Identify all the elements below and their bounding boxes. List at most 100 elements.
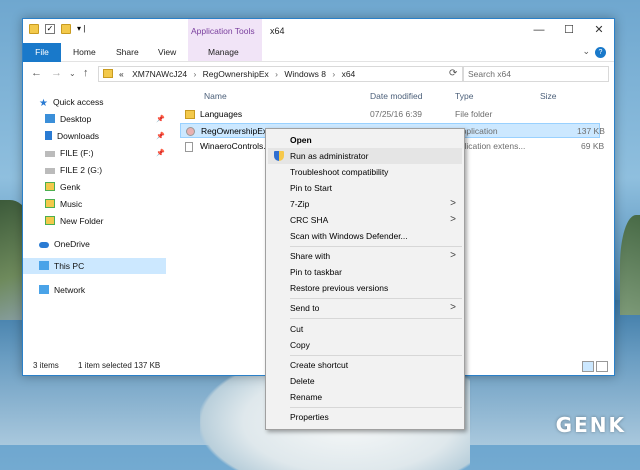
file-type: pplication extens... bbox=[455, 141, 526, 151]
large-icons-view-icon[interactable] bbox=[596, 361, 608, 372]
nav-item-network[interactable]: Network bbox=[39, 282, 85, 298]
menu-label: Open bbox=[290, 135, 312, 145]
close-button[interactable]: ✕ bbox=[584, 19, 614, 43]
menu-label: Properties bbox=[290, 412, 329, 422]
address-bar[interactable]: « XM7NAWcJ24 › RegOwnershipEx › Windows … bbox=[98, 66, 463, 82]
file-name: RegOwnershipEx.e bbox=[201, 126, 275, 136]
nav-label: Genk bbox=[60, 182, 81, 192]
menu-item-cut[interactable]: Cut bbox=[268, 321, 462, 337]
tab-home[interactable]: Home bbox=[73, 43, 96, 62]
menu-item-crc-sha[interactable]: CRC SHA > bbox=[268, 212, 462, 228]
menu-label: Delete bbox=[290, 376, 315, 386]
menu-item-share-with[interactable]: Share with > bbox=[268, 248, 462, 264]
menu-item-rename[interactable]: Rename bbox=[268, 389, 462, 405]
nav-item-onedrive[interactable]: OneDrive bbox=[39, 236, 90, 252]
breadcrumb-separator-icon: › bbox=[193, 69, 197, 79]
desktop-icon bbox=[45, 114, 55, 123]
customize-qat-icon[interactable]: ▾ | bbox=[77, 24, 85, 34]
nav-item-desktop[interactable]: Desktop bbox=[45, 111, 91, 127]
shield-icon bbox=[274, 151, 284, 161]
menu-item-delete[interactable]: Delete bbox=[268, 373, 462, 389]
submenu-arrow-icon: > bbox=[450, 250, 456, 261]
nav-label: Quick access bbox=[52, 97, 104, 107]
navigation-pane: ★ Quick access Desktop 📌 Downloads 📌 FILE… bbox=[23, 86, 166, 358]
nav-item-this-pc[interactable]: This PC bbox=[23, 258, 166, 274]
folder-icon bbox=[45, 216, 55, 225]
nav-item-file-f[interactable]: FILE (F:) bbox=[45, 145, 94, 161]
breadcrumb-xm7[interactable]: XM7NAWcJ24 bbox=[132, 69, 187, 79]
menu-item-properties[interactable]: Properties bbox=[268, 409, 462, 425]
menu-label: Rename bbox=[290, 392, 323, 402]
tab-view[interactable]: View bbox=[158, 43, 176, 62]
maximize-button[interactable]: ☐ bbox=[554, 19, 584, 43]
properties-icon[interactable]: ✓ bbox=[45, 24, 55, 34]
help-icon[interactable]: ? bbox=[595, 47, 606, 58]
tab-file[interactable]: File bbox=[23, 43, 61, 62]
expand-ribbon-icon[interactable]: ⌄ bbox=[582, 46, 590, 57]
menu-label: Send to bbox=[290, 303, 320, 313]
folder-icon bbox=[45, 199, 55, 208]
search-input[interactable]: Search x64 bbox=[463, 66, 609, 82]
menu-item-7zip[interactable]: 7-Zip > bbox=[268, 196, 462, 212]
breadcrumb-separator-icon: › bbox=[332, 69, 336, 79]
recent-locations-icon[interactable]: ⌄ bbox=[69, 69, 76, 78]
tab-share[interactable]: Share bbox=[116, 43, 139, 62]
menu-item-send-to[interactable]: Send to > bbox=[268, 300, 462, 316]
menu-label: CRC SHA bbox=[290, 215, 329, 225]
menu-item-open[interactable]: Open bbox=[268, 132, 462, 148]
file-type: File folder bbox=[455, 109, 493, 119]
pin-icon[interactable]: 📌 bbox=[156, 132, 165, 140]
nav-item-genk[interactable]: Genk bbox=[45, 179, 80, 195]
new-folder-icon[interactable] bbox=[61, 24, 71, 34]
breadcrumb-x64[interactable]: x64 bbox=[342, 69, 356, 79]
table-row[interactable]: Languages 07/25/16 6:39 File folder bbox=[180, 107, 600, 122]
menu-item-copy[interactable]: Copy bbox=[268, 337, 462, 353]
menu-item-troubleshoot[interactable]: Troubleshoot compatibility bbox=[268, 164, 462, 180]
address-row: ← → ⌄ ↑ « XM7NAWcJ24 › RegOwnershipEx › … bbox=[23, 62, 614, 86]
pin-icon[interactable]: 📌 bbox=[156, 149, 165, 157]
minimize-button[interactable]: — bbox=[524, 19, 554, 43]
up-arrow-icon[interactable]: ↑ bbox=[83, 67, 89, 79]
menu-item-pin-taskbar[interactable]: Pin to taskbar bbox=[268, 264, 462, 280]
tab-manage[interactable]: Manage bbox=[208, 43, 239, 62]
forward-arrow-icon[interactable]: → bbox=[51, 67, 62, 79]
application-icon bbox=[186, 127, 195, 136]
refresh-icon[interactable]: ⟳ bbox=[449, 68, 457, 79]
folder-icon bbox=[103, 69, 113, 78]
menu-item-run-as-admin[interactable]: Run as administrator bbox=[268, 148, 462, 164]
view-buttons bbox=[582, 361, 608, 372]
breadcrumb-separator-icon: › bbox=[275, 69, 279, 79]
menu-item-create-shortcut[interactable]: Create shortcut bbox=[268, 357, 462, 373]
column-header-type[interactable]: Type bbox=[455, 89, 473, 103]
breadcrumb-windows8[interactable]: Windows 8 bbox=[284, 69, 326, 79]
column-header-date[interactable]: Date modified bbox=[370, 89, 422, 103]
nav-item-quick-access[interactable]: ★ Quick access bbox=[39, 94, 104, 110]
nav-label: This PC bbox=[54, 261, 85, 271]
nav-item-file-g[interactable]: FILE 2 (G:) bbox=[45, 162, 102, 178]
folder-icon bbox=[29, 24, 39, 34]
submenu-arrow-icon: > bbox=[450, 214, 456, 225]
column-header-size[interactable]: Size bbox=[540, 89, 557, 103]
breadcrumb-regownershipex[interactable]: RegOwnershipEx bbox=[203, 69, 269, 79]
file-size: 69 KB bbox=[581, 141, 605, 151]
menu-label: Troubleshoot compatibility bbox=[290, 167, 389, 177]
menu-item-restore-versions[interactable]: Restore previous versions bbox=[268, 280, 462, 296]
item-count: 3 items bbox=[33, 361, 59, 370]
column-header-name[interactable]: Name bbox=[204, 89, 227, 103]
network-icon bbox=[39, 285, 49, 294]
back-arrow-icon[interactable]: ← bbox=[31, 67, 42, 79]
pin-icon[interactable]: 📌 bbox=[156, 115, 165, 123]
cloud-icon bbox=[39, 242, 49, 248]
menu-label: Restore previous versions bbox=[290, 283, 389, 293]
nav-item-downloads[interactable]: Downloads bbox=[45, 128, 99, 144]
menu-separator bbox=[290, 246, 462, 247]
menu-separator bbox=[290, 407, 462, 408]
nav-label: FILE (F:) bbox=[60, 148, 94, 158]
menu-item-pin-start[interactable]: Pin to Start bbox=[268, 180, 462, 196]
nav-item-music[interactable]: Music bbox=[45, 196, 82, 212]
breadcrumb-overflow[interactable]: « bbox=[119, 69, 124, 79]
details-view-icon[interactable] bbox=[582, 361, 594, 372]
dll-file-icon bbox=[185, 142, 193, 152]
menu-item-scan-defender[interactable]: Scan with Windows Defender... bbox=[268, 228, 462, 244]
nav-item-new-folder[interactable]: New Folder bbox=[45, 213, 103, 229]
